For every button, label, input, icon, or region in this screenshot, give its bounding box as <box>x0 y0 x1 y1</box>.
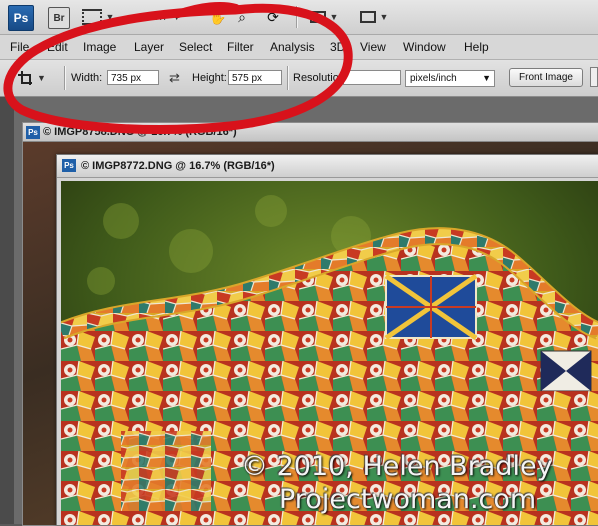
annotation-circle <box>3 2 353 134</box>
